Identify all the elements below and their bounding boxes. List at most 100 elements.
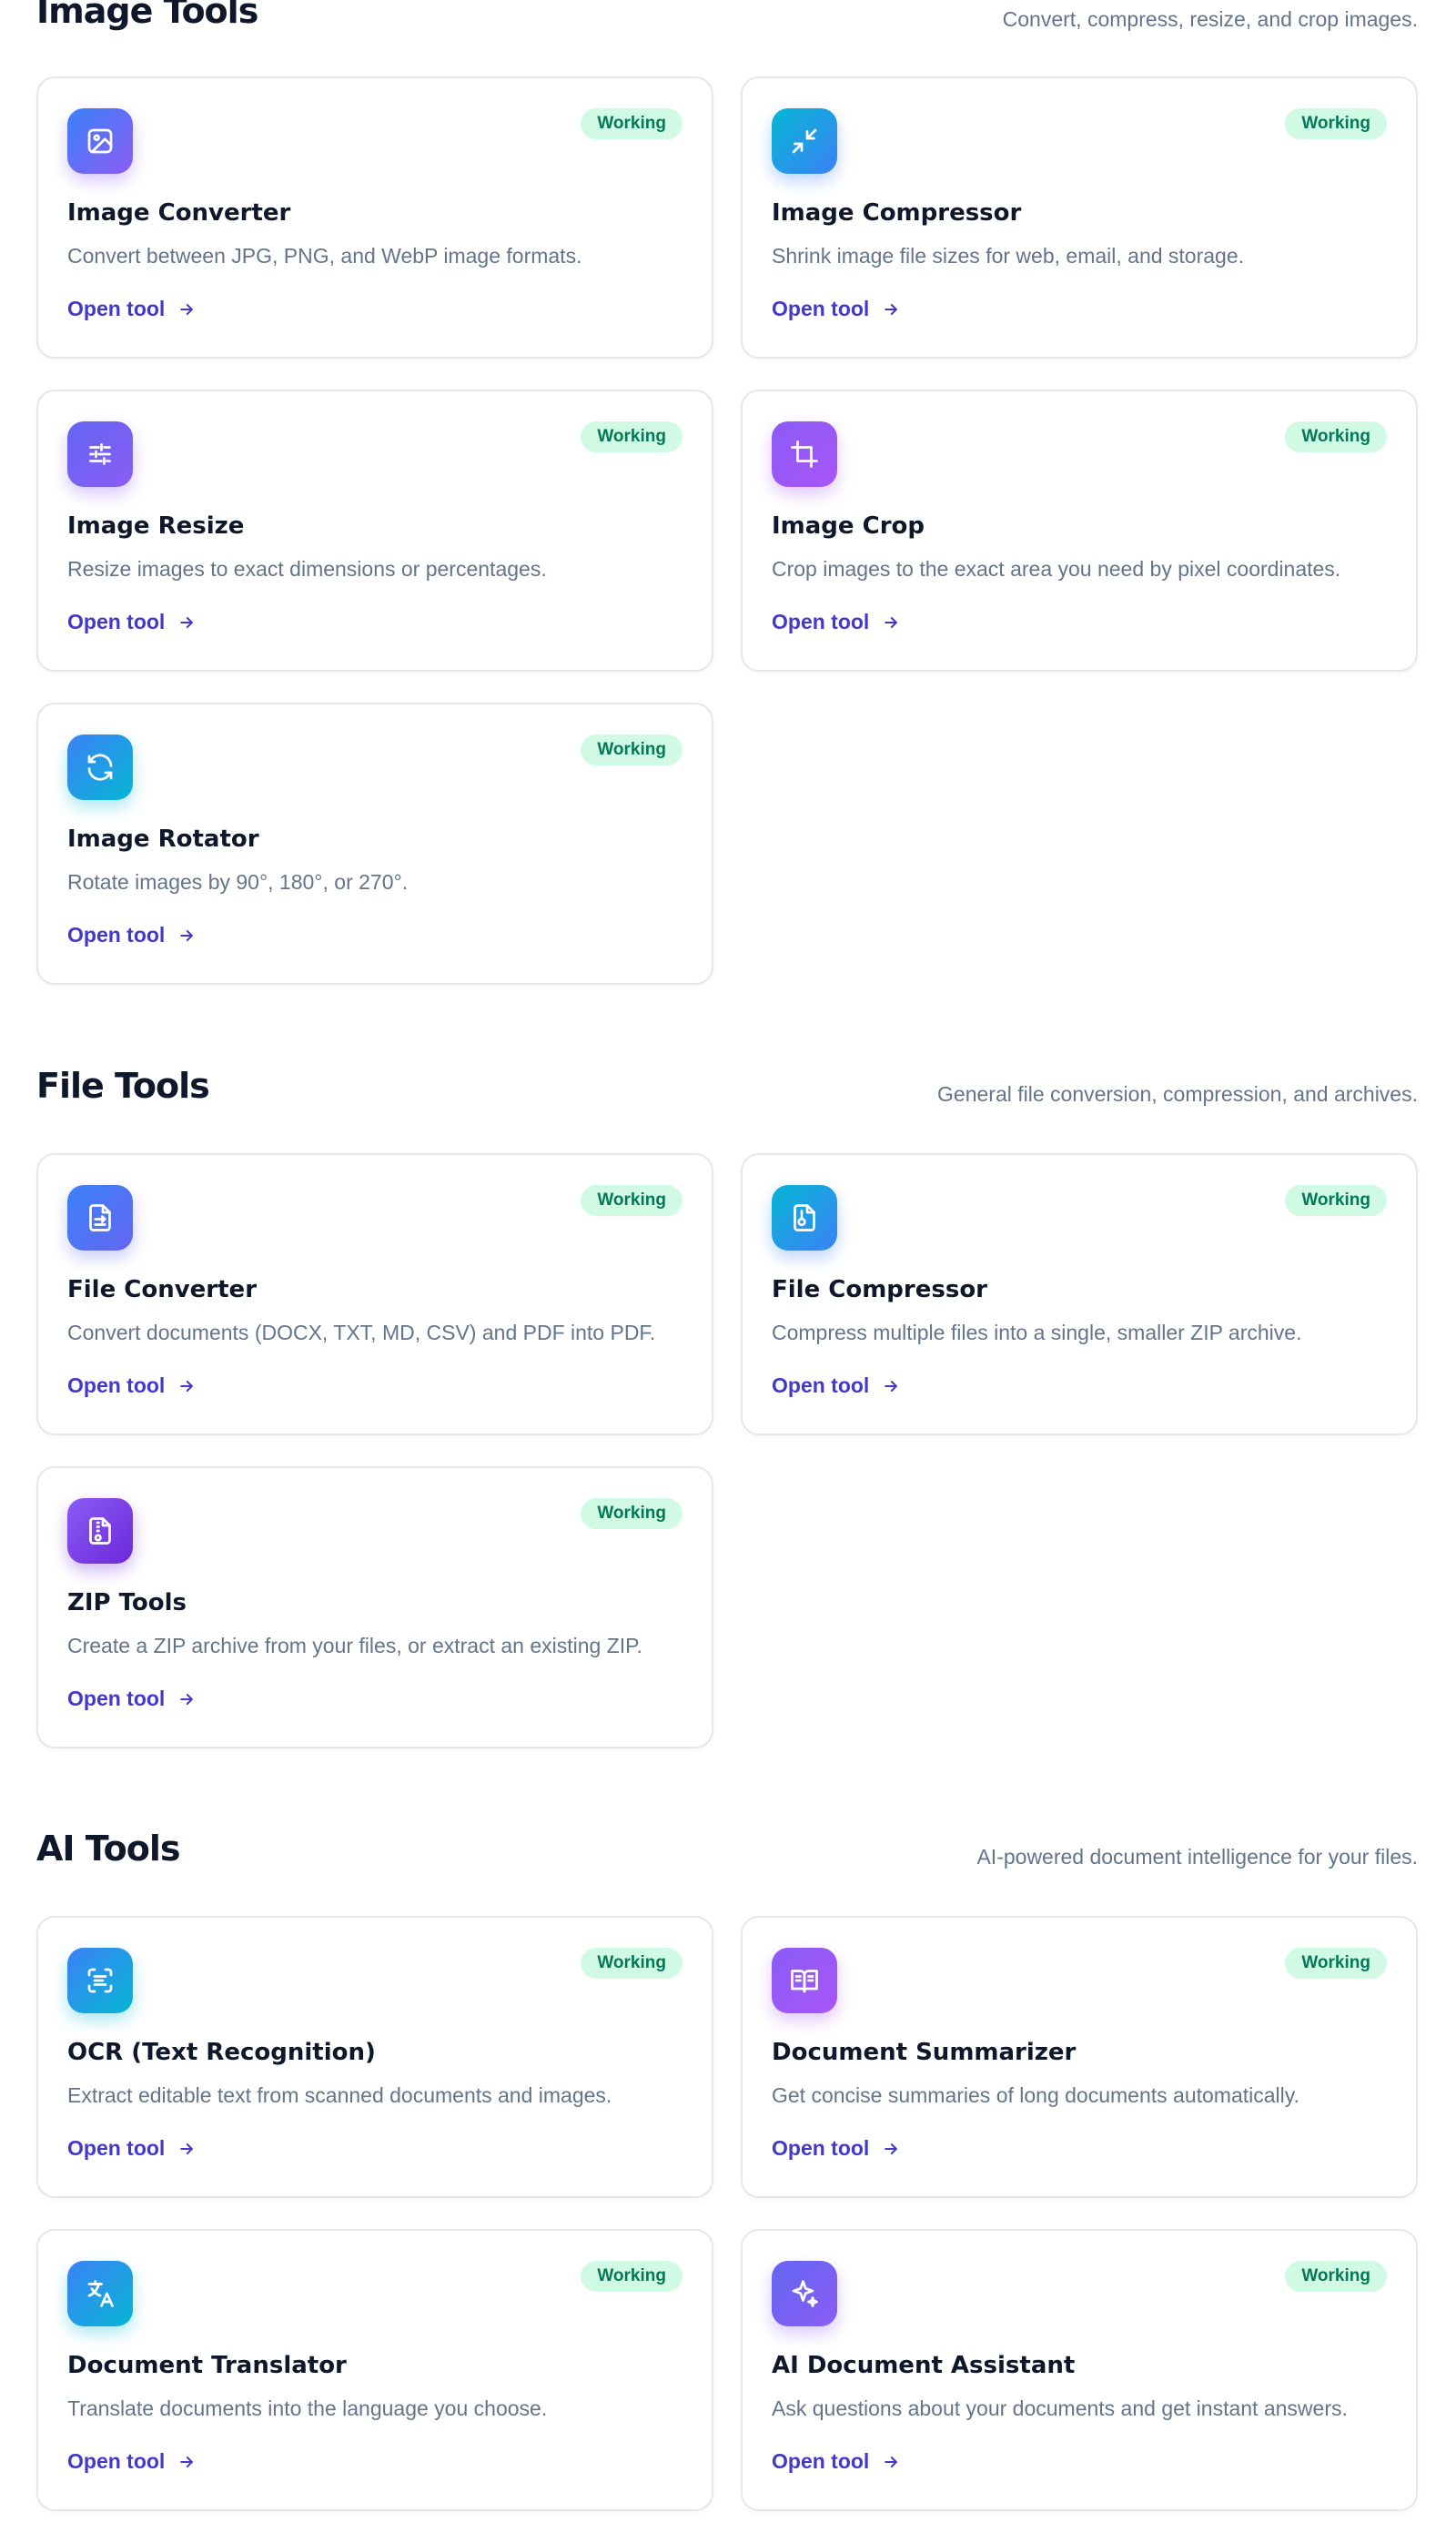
arrow-right-icon: [177, 2453, 196, 2471]
tool-card-document-summarizer[interactable]: Working Document Summarizer Get concise su…: [741, 1916, 1418, 2198]
tool-title: AI Document Assistant: [772, 2352, 1076, 2379]
section-file-tools: File Tools General file conversion, comp…: [36, 1059, 1418, 1748]
open-tool-label: Open tool: [67, 1373, 166, 1397]
status-badge: Working: [581, 1185, 682, 1216]
tool-title: Image Crop: [772, 512, 925, 540]
status-badge: Working: [581, 1948, 682, 1979]
status-badge: Working: [1285, 108, 1387, 139]
tool-grid: Working File Converter Convert documents (…: [36, 1153, 1418, 1748]
tool-description: Convert documents (DOCX, TXT, MD, CSV) a…: [67, 1321, 656, 1344]
section-header: File Tools General file conversion, comp…: [36, 1059, 1418, 1113]
refresh-icon: [67, 735, 133, 800]
arrow-right-icon: [882, 1377, 900, 1395]
status-badge: Working: [581, 421, 682, 452]
status-badge: Working: [581, 108, 682, 139]
arrow-right-icon: [882, 613, 900, 632]
sliders-icon: [67, 421, 133, 487]
section-ai-tools: AI Tools AI-powered document intelligenc…: [36, 1821, 1418, 2511]
tool-card-file-converter[interactable]: Working File Converter Convert documents (…: [36, 1153, 713, 1435]
tool-description: Convert between JPG, PNG, and WebP image…: [67, 244, 582, 268]
open-tool-label: Open tool: [772, 2449, 870, 2473]
tool-description: Resize images to exact dimensions or per…: [67, 557, 547, 581]
tool-description: Ask questions about your documents and g…: [772, 2396, 1348, 2420]
sparkles-icon: [772, 2261, 837, 2326]
open-tool-link[interactable]: Open tool: [772, 2449, 900, 2474]
tool-title: Image Rotator: [67, 826, 259, 853]
arrow-right-icon: [177, 927, 196, 945]
section-header: Image Tools Convert, compress, resize, a…: [36, 0, 1418, 38]
open-tool-label: Open tool: [67, 1687, 166, 1710]
tool-title: OCR (Text Recognition): [67, 2039, 376, 2066]
tool-card-document-translator[interactable]: Working Document Translator Translate docu…: [36, 2229, 713, 2511]
arrow-right-icon: [177, 1690, 196, 1708]
section-title: AI Tools: [36, 1829, 181, 1869]
arrow-right-icon: [177, 2140, 196, 2158]
file-convert-icon: [67, 1185, 133, 1251]
tool-card-file-compressor[interactable]: Working File Compressor Compress multiple …: [741, 1153, 1418, 1435]
tool-description: Rotate images by 90°, 180°, or 270°.: [67, 870, 409, 894]
tool-grid: Working OCR (Text Recognition) Extract edi…: [36, 1916, 1418, 2511]
file-zip-icon: [67, 1498, 133, 1564]
tool-card-zip-tools[interactable]: Working ZIP Tools Create a ZIP archive fro…: [36, 1466, 713, 1748]
open-tool-label: Open tool: [67, 297, 166, 320]
status-badge: Working: [1285, 421, 1387, 452]
tool-title: File Converter: [67, 1276, 258, 1303]
open-tool-label: Open tool: [67, 923, 166, 947]
status-badge: Working: [581, 2261, 682, 2292]
tool-description: Translate documents into the language yo…: [67, 2396, 548, 2420]
section-description: AI-powered document intelligence for you…: [976, 1845, 1418, 1869]
status-badge: Working: [581, 735, 682, 765]
tool-title: Document Summarizer: [772, 2039, 1077, 2066]
tool-card-image-compressor[interactable]: Working Image Compressor Shrink image file…: [741, 76, 1418, 359]
arrow-right-icon: [882, 2140, 900, 2158]
open-tool-link[interactable]: Open tool: [67, 923, 196, 947]
status-badge: Working: [1285, 1948, 1387, 1979]
open-tool-link[interactable]: Open tool: [772, 1373, 900, 1398]
open-tool-link[interactable]: Open tool: [67, 2449, 196, 2474]
tool-title: Image Converter: [67, 199, 291, 227]
tool-card-ocr-text-recognition[interactable]: Working OCR (Text Recognition) Extract edi…: [36, 1916, 713, 2198]
open-tool-label: Open tool: [772, 2136, 870, 2160]
tool-card-image-converter[interactable]: Working Image Converter Convert between JP…: [36, 76, 713, 359]
image-icon: [67, 108, 133, 174]
section-title: Image Tools: [36, 0, 258, 31]
open-tool-link[interactable]: Open tool: [772, 610, 900, 634]
open-tool-label: Open tool: [67, 610, 166, 633]
section-description: General file conversion, compression, an…: [937, 1082, 1418, 1106]
tool-description: Get concise summaries of long documents …: [772, 2083, 1299, 2107]
status-badge: Working: [581, 1498, 682, 1529]
scan-text-icon: [67, 1948, 133, 2013]
open-tool-link[interactable]: Open tool: [67, 610, 196, 634]
compress-arrows-icon: [772, 108, 837, 174]
crop-icon: [772, 421, 837, 487]
tool-card-image-rotator[interactable]: Working Image Rotator Rotate images by 90°…: [36, 703, 713, 985]
open-tool-link[interactable]: Open tool: [67, 1687, 196, 1711]
arrow-right-icon: [882, 300, 900, 319]
tool-card-ai-document-assistant[interactable]: Working AI Document Assistant Ask question…: [741, 2229, 1418, 2511]
tool-card-image-crop[interactable]: Working Image Crop Crop images to the exac…: [741, 390, 1418, 672]
open-tool-label: Open tool: [67, 2449, 166, 2473]
section-image-tools: Image Tools Convert, compress, resize, a…: [36, 0, 1418, 985]
tool-description: Crop images to the exact area you need b…: [772, 557, 1341, 581]
tool-card-image-resize[interactable]: Working Image Resize Resize images to exac…: [36, 390, 713, 672]
tool-description: Extract editable text from scanned docum…: [67, 2083, 612, 2107]
section-title: File Tools: [36, 1066, 210, 1106]
book-open-icon: [772, 1948, 837, 2013]
open-tool-label: Open tool: [772, 610, 870, 633]
open-tool-link[interactable]: Open tool: [772, 2136, 900, 2161]
tool-title: Document Translator: [67, 2352, 347, 2379]
tool-description: Create a ZIP archive from your files, or…: [67, 1634, 642, 1657]
tool-grid: Working Image Converter Convert between JP…: [36, 76, 1418, 985]
section-header: AI Tools AI-powered document intelligenc…: [36, 1821, 1418, 1876]
open-tool-label: Open tool: [772, 297, 870, 320]
tool-description: Shrink image file sizes for web, email, …: [772, 244, 1245, 268]
open-tool-link[interactable]: Open tool: [67, 1373, 196, 1398]
open-tool-label: Open tool: [67, 2136, 166, 2160]
tool-title: Image Compressor: [772, 199, 1022, 227]
open-tool-label: Open tool: [772, 1373, 870, 1397]
status-badge: Working: [1285, 1185, 1387, 1216]
open-tool-link[interactable]: Open tool: [67, 2136, 196, 2161]
arrow-right-icon: [177, 613, 196, 632]
open-tool-link[interactable]: Open tool: [772, 297, 900, 321]
open-tool-link[interactable]: Open tool: [67, 297, 196, 321]
